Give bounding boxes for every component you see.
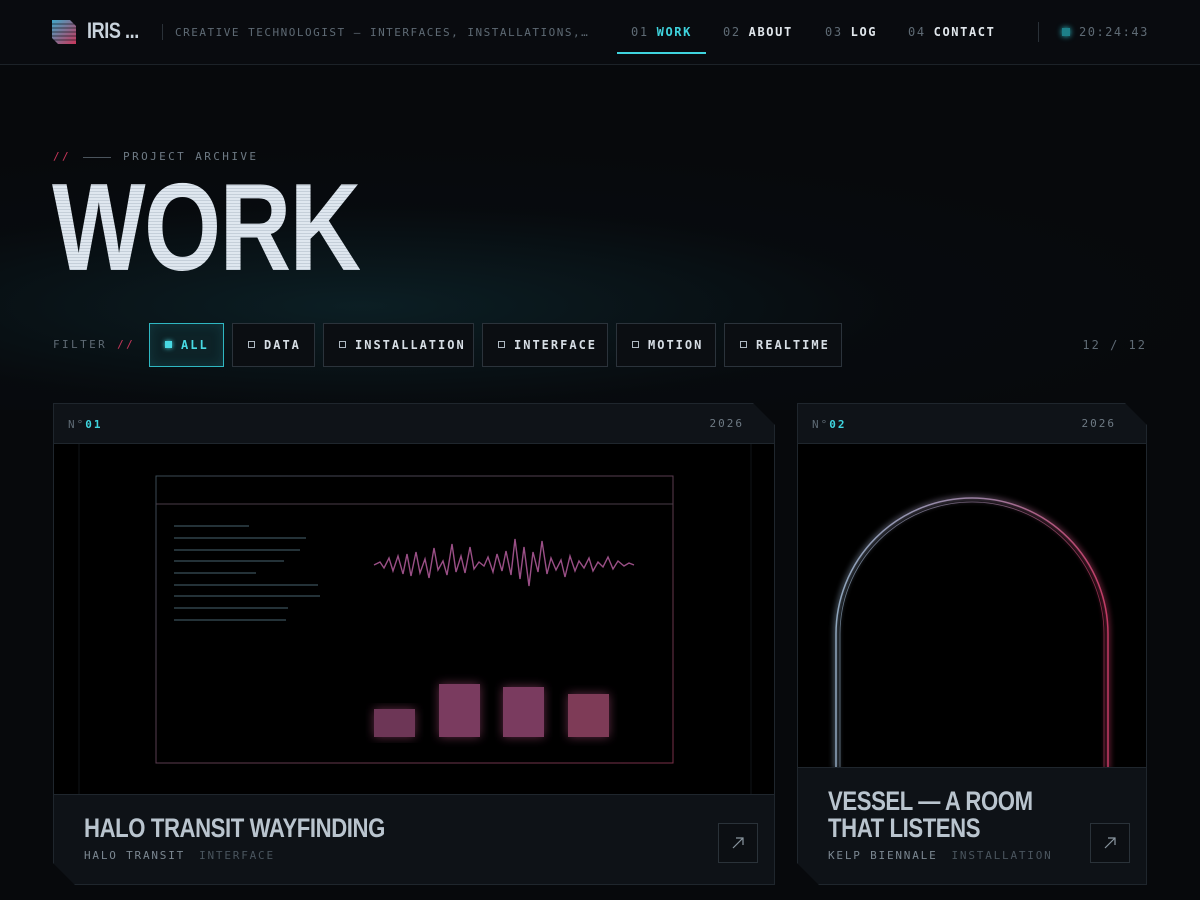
filter-chip-label: MOTION [648, 338, 704, 352]
nav-item-contact[interactable]: 04 CONTACT [908, 0, 995, 54]
nav-item-label: LOG [850, 25, 878, 39]
logo-mark-icon[interactable] [52, 20, 76, 44]
card-meta: HALO TRANSIT INTERFACE [84, 849, 275, 862]
filter-chip-label: ALL [181, 338, 209, 352]
brand-name[interactable]: IRIS ... [87, 18, 139, 44]
nav-divider [1038, 22, 1039, 42]
arrow-up-right-icon [732, 837, 744, 849]
card-title-line: VESSEL — A ROOM [828, 786, 1033, 816]
filter-chip-label: REALTIME [756, 338, 830, 352]
installation-preview-image [798, 444, 1146, 769]
page-title: WORK [52, 159, 361, 297]
filter-chip-realtime[interactable]: REALTIME [724, 323, 842, 367]
card-year: 2026 [709, 417, 744, 430]
site-header: IRIS ... CREATIVE TECHNOLOGIST — INTERFA… [0, 0, 1200, 65]
clock-readout: 20:24:43 [1079, 25, 1149, 39]
card-thumbnail [798, 444, 1146, 769]
card-title: HALO TRANSIT WAYFINDING [84, 813, 385, 843]
nav-item-number: 01 [631, 25, 649, 39]
checkbox-icon [248, 341, 255, 348]
card-number-prefix: N° [812, 418, 830, 431]
nav-item-work[interactable]: 01 WORK [617, 0, 706, 54]
card-meta: KELP BIENNALE INSTALLATION [828, 849, 1053, 862]
filter-slashes: // [117, 338, 136, 351]
site-tagline: CREATIVE TECHNOLOGIST — INTERFACES, INST… [175, 26, 593, 39]
card-number-value: 01 [85, 418, 103, 431]
card-number-prefix: N° [68, 418, 86, 431]
filter-chip-interface[interactable]: INTERFACE [482, 323, 608, 367]
card-client: HALO TRANSIT [84, 849, 186, 862]
card-number-value: 02 [829, 418, 847, 431]
filter-chip-label: DATA [264, 338, 301, 352]
result-count: 12 / 12 [1082, 338, 1147, 352]
nav-item-label: CONTACT [933, 25, 996, 39]
header-divider [162, 24, 163, 40]
nav-item-number: 02 [723, 25, 741, 39]
card-footer: HALO TRANSIT WAYFINDING HALO TRANSIT INTE… [54, 794, 774, 884]
card-footer: VESSEL — A ROOM THAT LISTENS KELP BIENNA… [798, 767, 1146, 884]
open-project-button[interactable] [718, 823, 758, 863]
filter-label: FILTER // [53, 338, 135, 351]
card-header: N°02 2026 [798, 404, 1146, 444]
nav-item-number: 04 [908, 25, 926, 39]
card-header: N°01 2026 [54, 404, 774, 444]
card-thumbnail [54, 444, 774, 796]
project-card[interactable]: N°01 2026 HALO TRANSIT WAYFINDING HALO T… [53, 403, 775, 885]
checkbox-icon [165, 341, 172, 348]
checkbox-icon [339, 341, 346, 348]
open-project-button[interactable] [1090, 823, 1130, 863]
project-card[interactable]: N°02 2026 VESSEL — A ROOM THAT LISTENS K… [797, 403, 1147, 885]
card-category: INSTALLATION [951, 849, 1053, 862]
nav-item-label: ABOUT [748, 25, 793, 39]
filter-label-text: FILTER [53, 338, 108, 351]
card-number: N°02 [812, 418, 847, 431]
arrow-up-right-icon [1104, 837, 1116, 849]
filter-chip-label: INSTALLATION [355, 338, 466, 352]
filter-chip-motion[interactable]: MOTION [616, 323, 716, 367]
filter-chip-all[interactable]: ALL [149, 323, 224, 367]
nav-item-about[interactable]: 02 ABOUT [723, 0, 793, 54]
filter-chip-data[interactable]: DATA [232, 323, 315, 367]
card-category: INTERFACE [199, 849, 275, 862]
checkbox-icon [740, 341, 747, 348]
status-dot-icon [1062, 28, 1070, 36]
eyebrow-rule [83, 156, 112, 158]
checkbox-icon [632, 341, 639, 348]
filter-chip-installation[interactable]: INSTALLATION [323, 323, 474, 367]
interface-preview-image [54, 444, 774, 796]
filter-chip-label: INTERFACE [514, 338, 598, 352]
checkbox-icon [498, 341, 505, 348]
card-title-line: THAT LISTENS [828, 813, 981, 843]
card-year: 2026 [1081, 417, 1116, 430]
nav-item-log[interactable]: 03 LOG [825, 0, 877, 54]
nav-item-number: 03 [825, 25, 843, 39]
nav-item-label: WORK [656, 25, 692, 39]
card-number: N°01 [68, 418, 103, 431]
card-client: KELP BIENNALE [828, 849, 938, 862]
